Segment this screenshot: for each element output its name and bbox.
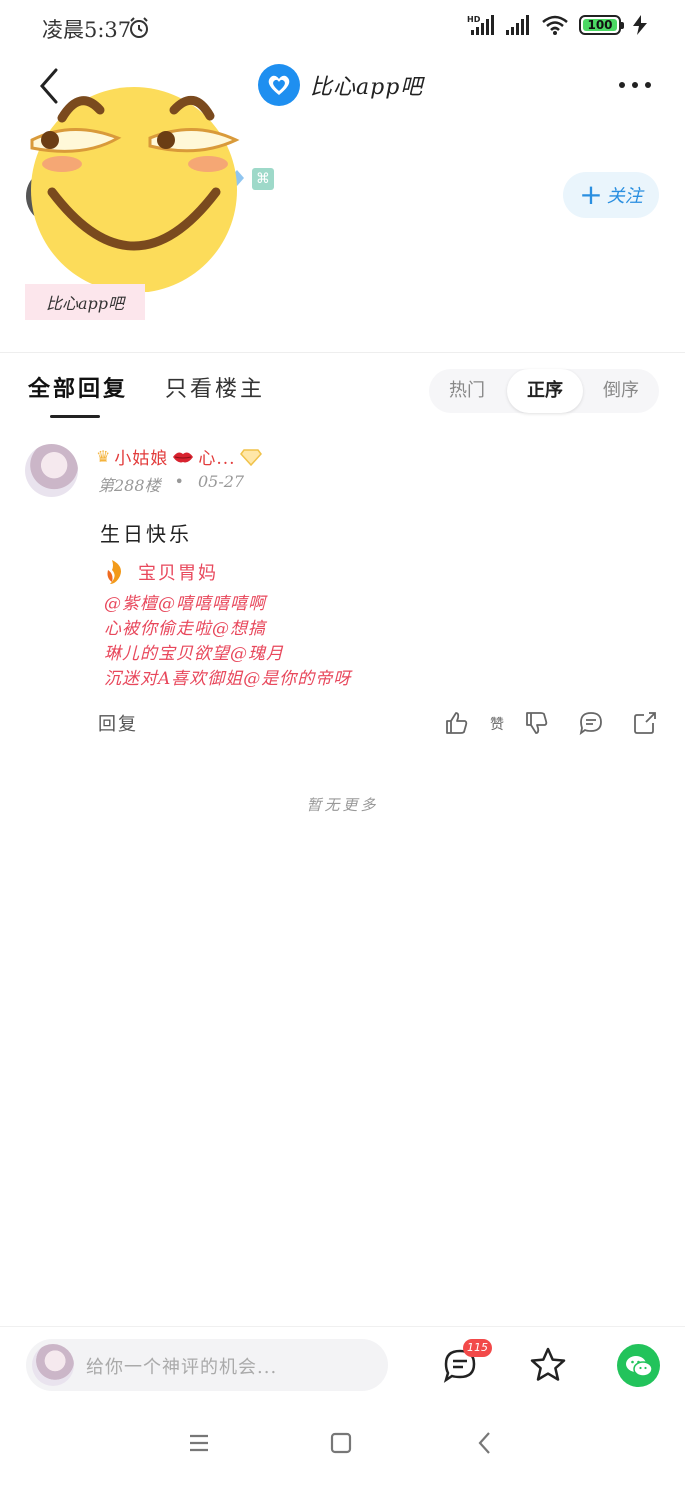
user-avatar bbox=[32, 1344, 74, 1386]
reply-actions: 回复 赞 bbox=[98, 708, 658, 738]
plus-icon: + bbox=[579, 178, 603, 211]
thumbs-up-icon[interactable] bbox=[444, 710, 470, 736]
tail-title: 宝贝胃妈 bbox=[138, 563, 218, 584]
reply-username-suffix: 心... bbox=[198, 449, 236, 469]
wifi-icon bbox=[542, 15, 568, 35]
reply-floor: 第288楼 bbox=[98, 476, 161, 495]
reply-meta: 第288楼 • 05-27 bbox=[98, 472, 244, 496]
comment-count-badge: 115 bbox=[463, 1339, 492, 1357]
diamond-badge-icon bbox=[239, 448, 262, 466]
tail-line: 心被你偷走啦@想搞 bbox=[104, 619, 266, 639]
tail-line: 琳儿的宝贝欲望@瑰月 bbox=[104, 644, 284, 664]
charging-icon bbox=[633, 15, 647, 35]
home-icon[interactable] bbox=[326, 1428, 356, 1458]
comment-input[interactable]: 给你一个神评的机会... bbox=[26, 1339, 388, 1391]
lips-icon bbox=[173, 452, 194, 462]
sort-descending[interactable]: 倒序 bbox=[583, 369, 659, 413]
author-area: ⌘ + 关注 比心app吧 bbox=[0, 87, 685, 352]
no-more-text: 暂无更多 bbox=[306, 796, 379, 814]
signature-tail: 宝贝胃妈 @紫檀@嘻嘻嘻嘻啊 心被你偷走啦@想搞 琳儿的宝贝欲望@瑰月 沉迷对A… bbox=[104, 558, 434, 692]
comment-input-placeholder: 给你一个神评的机会... bbox=[86, 1357, 278, 1378]
like-label: 赞 bbox=[490, 717, 504, 733]
alarm-icon bbox=[130, 17, 148, 38]
comment-icon[interactable] bbox=[578, 710, 604, 736]
menu-icon[interactable] bbox=[184, 1428, 214, 1458]
tab-indicator bbox=[50, 415, 100, 418]
tab-owner-only[interactable]: 只看楼主 bbox=[165, 371, 265, 403]
battery-level: 100 bbox=[583, 18, 617, 32]
tab-all-replies[interactable]: 全部回复 bbox=[28, 371, 128, 403]
meta-separator: • bbox=[174, 472, 184, 491]
smirk-emoji-sticker bbox=[30, 87, 240, 292]
wechat-share-button[interactable] bbox=[617, 1344, 660, 1387]
signal-icon bbox=[506, 15, 529, 35]
sort-hot[interactable]: 热门 bbox=[429, 369, 505, 413]
star-icon[interactable] bbox=[528, 1345, 568, 1385]
sort-toggle: 热门 正序 倒序 bbox=[429, 369, 659, 413]
more-dot bbox=[632, 82, 638, 88]
sort-ascending[interactable]: 正序 bbox=[507, 369, 583, 413]
heart-logo-icon bbox=[268, 75, 290, 95]
level-badge-icon: ⌘ bbox=[252, 168, 274, 190]
battery-icon: 100 bbox=[579, 15, 624, 35]
follow-label: 关注 bbox=[606, 186, 643, 207]
forum-tag[interactable]: 比心app吧 bbox=[25, 284, 145, 320]
crown-icon: ♛ bbox=[96, 447, 111, 466]
back-nav-icon[interactable] bbox=[470, 1428, 500, 1458]
status-time: 凌晨5:37 bbox=[42, 18, 132, 42]
share-icon[interactable] bbox=[632, 710, 658, 736]
reply-content: 生日快乐 bbox=[100, 522, 192, 546]
reply-date: 05-27 bbox=[197, 472, 245, 491]
forum-name: 比心app吧 bbox=[310, 75, 424, 100]
reply-username-row[interactable]: ♛ 小姑娘 心... bbox=[96, 444, 262, 469]
status-icons: HD 100 bbox=[467, 14, 649, 36]
forum-logo bbox=[258, 64, 300, 106]
thumbs-down-icon[interactable] bbox=[524, 710, 550, 736]
flame-icon bbox=[107, 560, 121, 584]
tail-line: @紫檀@嘻嘻嘻嘻啊 bbox=[104, 594, 266, 614]
wechat-icon bbox=[625, 1355, 653, 1377]
reply-button[interactable]: 回复 bbox=[98, 710, 138, 736]
system-nav-bar bbox=[0, 1402, 685, 1485]
reply-tabs: 全部回复 只看楼主 热门 正序 倒序 bbox=[0, 353, 685, 423]
more-button[interactable] bbox=[615, 70, 655, 100]
reply-username: 小姑娘 bbox=[114, 449, 169, 469]
bottom-bar: 给你一个神评的机会... 115 bbox=[0, 1326, 685, 1402]
hd-signal-icon: HD bbox=[467, 15, 494, 35]
more-dot bbox=[645, 82, 651, 88]
more-dot bbox=[619, 82, 625, 88]
follow-button[interactable]: + 关注 bbox=[563, 172, 659, 218]
forum-header[interactable]: 比心app吧 bbox=[258, 64, 423, 106]
svg-text:HD: HD bbox=[467, 15, 481, 24]
tail-header: 宝贝胃妈 bbox=[104, 558, 434, 586]
reply-avatar[interactable] bbox=[25, 444, 78, 497]
status-bar: 凌晨5:37 HD 100 bbox=[0, 0, 685, 56]
tail-line: 沉迷对A喜欢御姐@是你的帝呀 bbox=[104, 669, 352, 689]
